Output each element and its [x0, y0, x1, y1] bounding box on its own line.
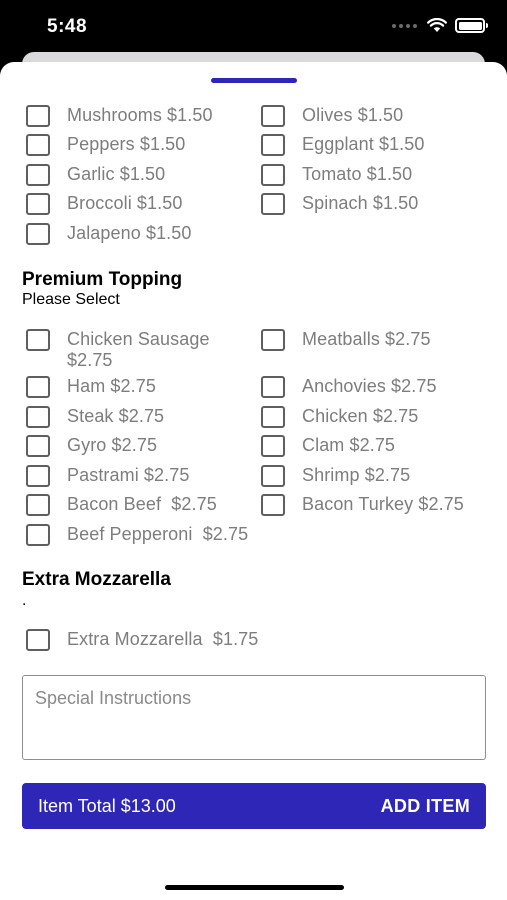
- checkbox[interactable]: [26, 193, 50, 215]
- premium-label: Chicken $2.75: [302, 406, 419, 426]
- premium-option[interactable]: Gyro $2.75: [26, 435, 157, 457]
- topping-option[interactable]: Spinach $1.50: [261, 193, 418, 215]
- status-time: 5:48: [47, 16, 88, 37]
- checkbox[interactable]: [261, 406, 285, 428]
- premium-option[interactable]: Bacon Turkey $2.75: [261, 494, 464, 516]
- topping-option[interactable]: Mushrooms $1.50: [26, 105, 213, 127]
- checkbox[interactable]: [261, 494, 285, 516]
- topping-label: Jalapeno $1.50: [67, 223, 192, 243]
- premium-label: Bacon Turkey $2.75: [302, 494, 464, 514]
- checkbox[interactable]: [26, 164, 50, 186]
- checkbox[interactable]: [26, 494, 50, 516]
- checkbox[interactable]: [26, 223, 50, 245]
- premium-option[interactable]: Steak $2.75: [26, 406, 164, 428]
- cellular-signal-icon: [392, 23, 417, 28]
- checkbox[interactable]: [261, 329, 285, 351]
- topping-option[interactable]: Olives $1.50: [261, 105, 403, 127]
- checkbox[interactable]: [261, 376, 285, 398]
- premium-section-subtitle: Please Select: [22, 291, 120, 308]
- premium-label: Beef Pepperoni $2.75: [67, 524, 249, 544]
- topping-label: Garlic $1.50: [67, 164, 166, 184]
- topping-label: Tomato $1.50: [302, 164, 413, 184]
- topping-label: Mushrooms $1.50: [67, 105, 213, 125]
- premium-option[interactable]: Beef Pepperoni $2.75: [26, 524, 248, 546]
- checkbox[interactable]: [26, 435, 50, 457]
- checkbox[interactable]: [26, 524, 50, 546]
- add-item-bar[interactable]: Item Total $13.00 ADD ITEM: [22, 783, 486, 829]
- premium-option[interactable]: Chicken Sausage $2.75: [26, 329, 210, 371]
- topping-option[interactable]: Eggplant $1.50: [261, 134, 425, 156]
- topping-option[interactable]: Jalapeno $1.50: [26, 223, 192, 245]
- checkbox[interactable]: [261, 435, 285, 457]
- checkbox[interactable]: [261, 465, 285, 487]
- extra-label: Extra Mozzarella $1.75: [67, 629, 259, 649]
- premium-label: Ham $2.75: [67, 376, 156, 396]
- checkbox[interactable]: [26, 406, 50, 428]
- topping-label: Eggplant $1.50: [302, 134, 425, 154]
- premium-label: Shrimp $2.75: [302, 465, 411, 485]
- wifi-icon: [427, 18, 447, 32]
- topping-option[interactable]: Tomato $1.50: [261, 164, 412, 186]
- premium-section-title: Premium Topping: [22, 269, 183, 290]
- checkbox[interactable]: [26, 329, 50, 351]
- premium-label: Chicken Sausage $2.75: [67, 329, 210, 370]
- premium-option[interactable]: Pastrami $2.75: [26, 465, 189, 487]
- topping-label: Broccoli $1.50: [67, 193, 183, 213]
- premium-label: Gyro $2.75: [67, 435, 158, 455]
- topping-label: Olives $1.50: [302, 105, 404, 125]
- premium-label: Bacon Beef $2.75: [67, 494, 217, 514]
- checkbox[interactable]: [261, 134, 285, 156]
- checkbox[interactable]: [26, 105, 50, 127]
- premium-option[interactable]: Ham $2.75: [26, 376, 156, 398]
- premium-option[interactable]: Meatballs $2.75: [261, 329, 431, 351]
- item-total: Item Total $13.00: [38, 795, 176, 816]
- premium-option[interactable]: Bacon Beef $2.75: [26, 494, 217, 516]
- add-item-button[interactable]: ADD ITEM: [381, 796, 470, 817]
- checkbox[interactable]: [261, 193, 285, 215]
- premium-option[interactable]: Shrimp $2.75: [261, 465, 410, 487]
- topping-option[interactable]: Garlic $1.50: [26, 164, 165, 186]
- premium-option[interactable]: Chicken $2.75: [261, 406, 418, 428]
- home-indicator: [165, 885, 344, 890]
- premium-option[interactable]: Anchovies $2.75: [261, 376, 437, 398]
- sheet-grabber[interactable]: [211, 78, 297, 83]
- premium-label: Pastrami $2.75: [67, 465, 190, 485]
- extra-section-subtitle: .: [22, 592, 27, 609]
- checkbox[interactable]: [26, 134, 50, 156]
- checkbox[interactable]: [26, 629, 50, 651]
- item-options-sheet: Mushrooms $1.50 Olives $1.50 Peppers $1.…: [0, 62, 507, 900]
- premium-label: Anchovies $2.75: [302, 376, 437, 396]
- topping-option[interactable]: Peppers $1.50: [26, 134, 185, 156]
- status-bar: 5:48: [0, 0, 507, 52]
- checkbox[interactable]: [26, 465, 50, 487]
- checkbox[interactable]: [261, 164, 285, 186]
- premium-option[interactable]: Clam $2.75: [261, 435, 395, 457]
- extra-section-title: Extra Mozzarella: [22, 569, 171, 590]
- checkbox[interactable]: [261, 105, 285, 127]
- premium-label: Steak $2.75: [67, 406, 165, 426]
- special-instructions-input[interactable]: [22, 675, 486, 760]
- status-icons: [392, 18, 488, 33]
- premium-label: Meatballs $2.75: [302, 329, 431, 349]
- topping-label: Spinach $1.50: [302, 193, 419, 213]
- checkbox[interactable]: [26, 376, 50, 398]
- topping-label: Peppers $1.50: [67, 134, 186, 154]
- topping-option[interactable]: Broccoli $1.50: [26, 193, 182, 215]
- extra-option[interactable]: Extra Mozzarella $1.75: [26, 629, 258, 651]
- premium-label: Clam $2.75: [302, 435, 396, 455]
- battery-icon: [455, 18, 488, 33]
